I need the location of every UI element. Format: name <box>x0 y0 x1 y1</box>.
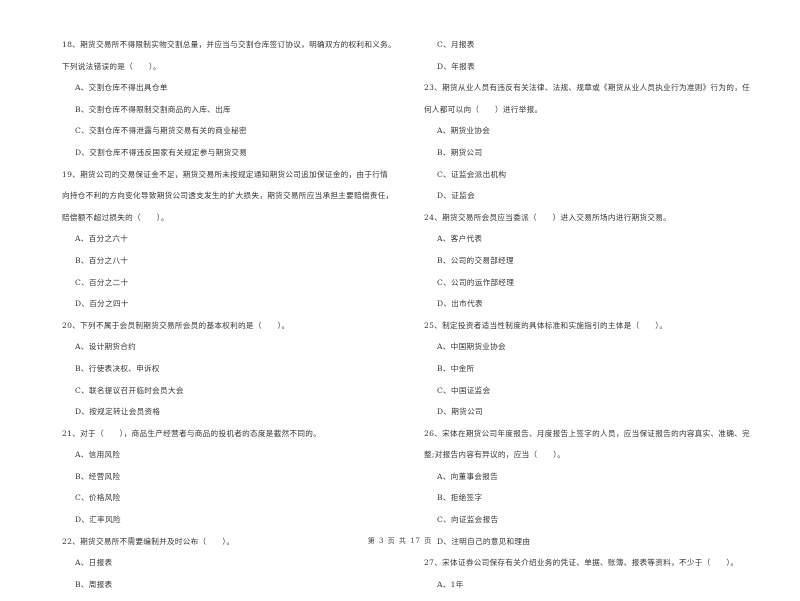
answer-option: D、汇率风险 <box>75 515 121 525</box>
answer-option: A、1年 <box>437 579 464 589</box>
answer-option: C、价格风险 <box>75 493 121 503</box>
answer-option: A、设计期货合约 <box>75 342 137 352</box>
answer-option: D、百分之四十 <box>75 299 129 309</box>
answer-option: D、按规定转让会员资格 <box>75 407 161 417</box>
left-column: 18、期货交易所不得限制实物交割总量，并应当与交割仓库签订协议，明确双方的权利和… <box>62 40 427 601</box>
answer-option: D、出市代表 <box>437 299 483 309</box>
answer-option: B、交割仓库不得限制交割商品的入库、出库 <box>75 104 231 114</box>
right-column: C、月报表 D、年报表 23、期货从业人员有违反有关法律、法规、规章或《期货从业人员… <box>424 40 789 601</box>
answer-option: A、百分之六十 <box>75 234 129 244</box>
question-text: 下列说法错误的是（ ）。 <box>62 61 161 71</box>
answer-option: A、中国期货业协会 <box>437 342 506 352</box>
question-text: 24、期货交易所会员应当委派（ ）进入交易所场内进行期货交易。 <box>424 212 672 222</box>
answer-option: B、周报表 <box>75 579 113 589</box>
answer-option: C、联名提议召开临时会员大会 <box>75 385 184 395</box>
answer-option: C、证监会派出机构 <box>437 169 507 179</box>
answer-option: C、公司的运作部经理 <box>437 277 515 287</box>
answer-option: B、拒绝签字 <box>437 493 483 503</box>
answer-option: B、期货公司 <box>437 147 483 157</box>
question-text: 23、期货从业人员有违反有关法律、法规、规章或《期货从业人员执业行为准则》行为的… <box>424 83 751 93</box>
answer-option: A、交割仓库不得出具仓单 <box>75 83 168 93</box>
question-text: 26、宋体在期货公司年度报告、月度报告上签字的人员，应当保证报告的内容真实、准确… <box>424 428 751 438</box>
question-text: 27、宋体证券公司保存有关介绍业务的凭证、单据、账簿、报表等资料，不少于（ ）。 <box>424 558 739 568</box>
question-text: 何人都可以向（ ）进行举报。 <box>424 104 543 114</box>
answer-option: B、百分之八十 <box>75 255 129 265</box>
answer-option: B、经营风险 <box>75 471 121 481</box>
answer-option: A、客户代表 <box>437 234 483 244</box>
question-text: 25、制定投资者适当性制度的具体标准和实施指引的主体是（ ）。 <box>424 320 668 330</box>
answer-option: C、月报表 <box>437 40 475 49</box>
answer-option: C、百分之二十 <box>75 277 129 287</box>
question-text: 20、下列不属于会员制期货交易所会员的基本权利的是（ ）。 <box>62 320 290 330</box>
answer-option: C、中国证监会 <box>437 385 491 395</box>
answer-option: A、向董事会报告 <box>437 471 499 481</box>
answer-option: C、向证监会报告 <box>437 515 499 525</box>
page-number: 第 3 页 共 17 页 <box>367 537 433 545</box>
answer-option: B、行使表决权、申诉权 <box>75 363 160 373</box>
answer-option: B、中金所 <box>437 363 475 373</box>
answer-option: B、公司的交易部经理 <box>437 255 514 265</box>
question-text: 19、期货公司的交易保证金不足，期货交易所未按规定通知期货公司追加保证金的，由于… <box>62 169 389 179</box>
answer-option: A、信用风险 <box>75 450 121 460</box>
question-text: 18、期货交易所不得限制实物交割总量，并应当与交割仓库签订协议，明确双方的权利和… <box>62 40 396 49</box>
answer-option: A、日报表 <box>75 558 113 568</box>
question-text: 整;对报告内容有异议的，应当（ ）。 <box>424 450 566 460</box>
answer-option: D、期货公司 <box>437 407 483 417</box>
answer-option: C、交割仓库不得泄露与期货交易有关的商业秘密 <box>75 126 247 136</box>
answer-option: D、证监会 <box>437 191 475 201</box>
question-text: 21、对于（ ），商品生产经营者与商品的投机者的态度是截然不同的。 <box>62 428 322 438</box>
answer-option: A、期货业协会 <box>437 126 491 136</box>
question-text: 向持仓不利的方向变化导致期货公司透支发生的扩大损失，期货交易所应当承担主要赔偿责… <box>62 191 394 201</box>
answer-option: D、交割仓库不得违反国家有关规定参与期货交易 <box>75 147 248 157</box>
answer-option: D、年报表 <box>437 61 475 71</box>
question-text: 赔偿额不超过损失的（ ）。 <box>62 212 169 222</box>
